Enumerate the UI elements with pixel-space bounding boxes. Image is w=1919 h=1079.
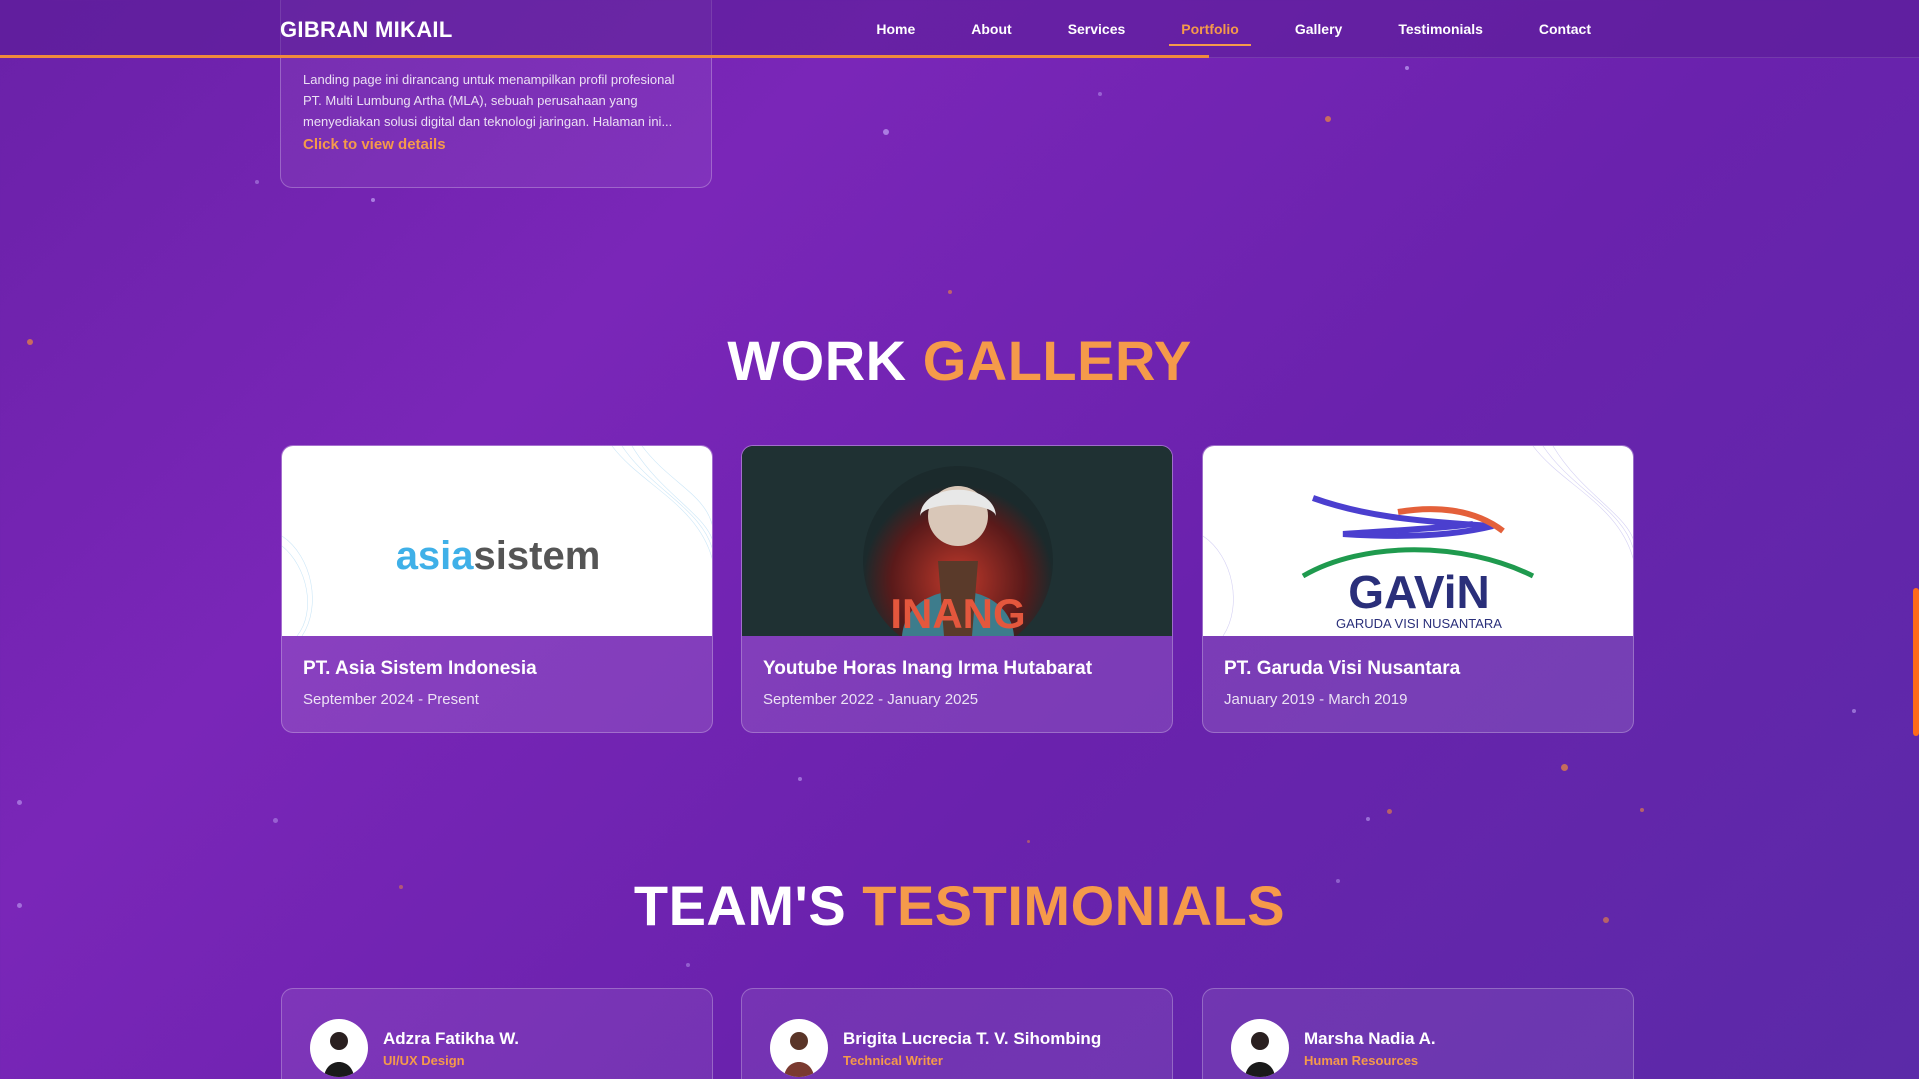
testimonials-title-accent: TESTIMONIALS [862,874,1286,937]
nav-link-testimonials[interactable]: Testimonials [1370,0,1511,58]
testimonial-role: Technical Writer [843,1053,943,1068]
testimonial-name: Adzra Fatikha W. [383,1029,520,1048]
avatar [770,1019,828,1077]
gallery-card-date: January 2019 - March 2019 [1224,691,1408,708]
gallery-card-title: PT. Asia Sistem Indonesia [303,658,537,679]
view-details-link[interactable]: Click to view details [303,136,446,153]
gallery-title-main: WORK [727,329,907,392]
wave-decoration-icon: asiasistem [282,446,712,636]
person-avatar-icon [1245,1032,1275,1077]
gallery-card-title: Youtube Horas Inang Irma Hutabarat [763,658,1093,679]
gallery-title-accent: GALLERY [922,329,1192,392]
nav-link-gallery[interactable]: Gallery [1267,0,1370,58]
portfolio-card-description: Landing page ini dirancang untuk menampi… [303,72,675,129]
top-navbar: GIBRAN MIKAIL Home About Services Portfo… [0,0,1919,58]
gallery-thumbnail: GAViN GARUDA VISI NUSANTARA [1203,446,1633,636]
svg-text:INANG: INANG [890,590,1025,636]
nav-link-portfolio[interactable]: Portfolio [1153,0,1267,58]
svg-text:GARUDA VISI NUSANTARA: GARUDA VISI NUSANTARA [1336,616,1502,631]
testimonial-role: UI/UX Design [383,1053,465,1068]
gallery-card-garuda-visi[interactable]: GAViN GARUDA VISI NUSANTARA PT. Garuda V… [1202,445,1634,733]
testimonial-name: Marsha Nadia A. [1304,1029,1436,1048]
nav-link-home[interactable]: Home [848,0,943,58]
scroll-progress-bar [0,55,1209,58]
person-avatar-icon [324,1032,354,1077]
gallery-thumbnail: INANG [742,446,1172,636]
testimonial-role: Human Resources [1304,1053,1419,1068]
gallery-thumbnail: asiasistem [282,446,712,636]
asiasistem-logo: asiasistem [396,534,601,578]
avatar [1231,1019,1289,1077]
gavin-logo-icon: GAViN GARUDA VISI NUSANTARA [1203,446,1633,636]
gallery-section-title: WORK GALLERY [0,328,1919,393]
horas-inang-thumbnail-icon: INANG [742,446,1172,636]
testimonials-title-main: TEAM'S [633,874,847,937]
testimonial-card: Brigita Lucrecia T. V. Sihombing Technic… [741,988,1173,1079]
testimonial-card: Adzra Fatikha W. UI/UX Design [281,988,713,1079]
gallery-card-horas-inang[interactable]: INANG Youtube Horas Inang Irma Hutabarat… [741,445,1173,733]
testimonial-name: Brigita Lucrecia T. V. Sihombing [843,1029,1102,1048]
svg-text:GAViN: GAViN [1348,566,1489,618]
page-scrollbar[interactable] [1913,588,1919,736]
nav-link-contact[interactable]: Contact [1511,0,1619,58]
gallery-card-date: September 2024 - Present [303,691,479,708]
brand-logo[interactable]: GIBRAN MIKAIL [280,17,453,43]
nav-link-services[interactable]: Services [1040,0,1154,58]
avatar [310,1019,368,1077]
testimonials-section-title: TEAM'S TESTIMONIALS [0,873,1919,938]
nav-links: Home About Services Portfolio Gallery Te… [848,0,1619,58]
gallery-card-date: September 2022 - January 2025 [763,691,979,708]
nav-link-about[interactable]: About [943,0,1039,58]
gallery-card-asia-sistem[interactable]: asiasistem PT. Asia Sistem Indonesia Sep… [281,445,713,733]
testimonial-card: Marsha Nadia A. Human Resources [1202,988,1634,1079]
person-avatar-icon [784,1032,814,1077]
gallery-card-title: PT. Garuda Visi Nusantara [1224,658,1461,679]
